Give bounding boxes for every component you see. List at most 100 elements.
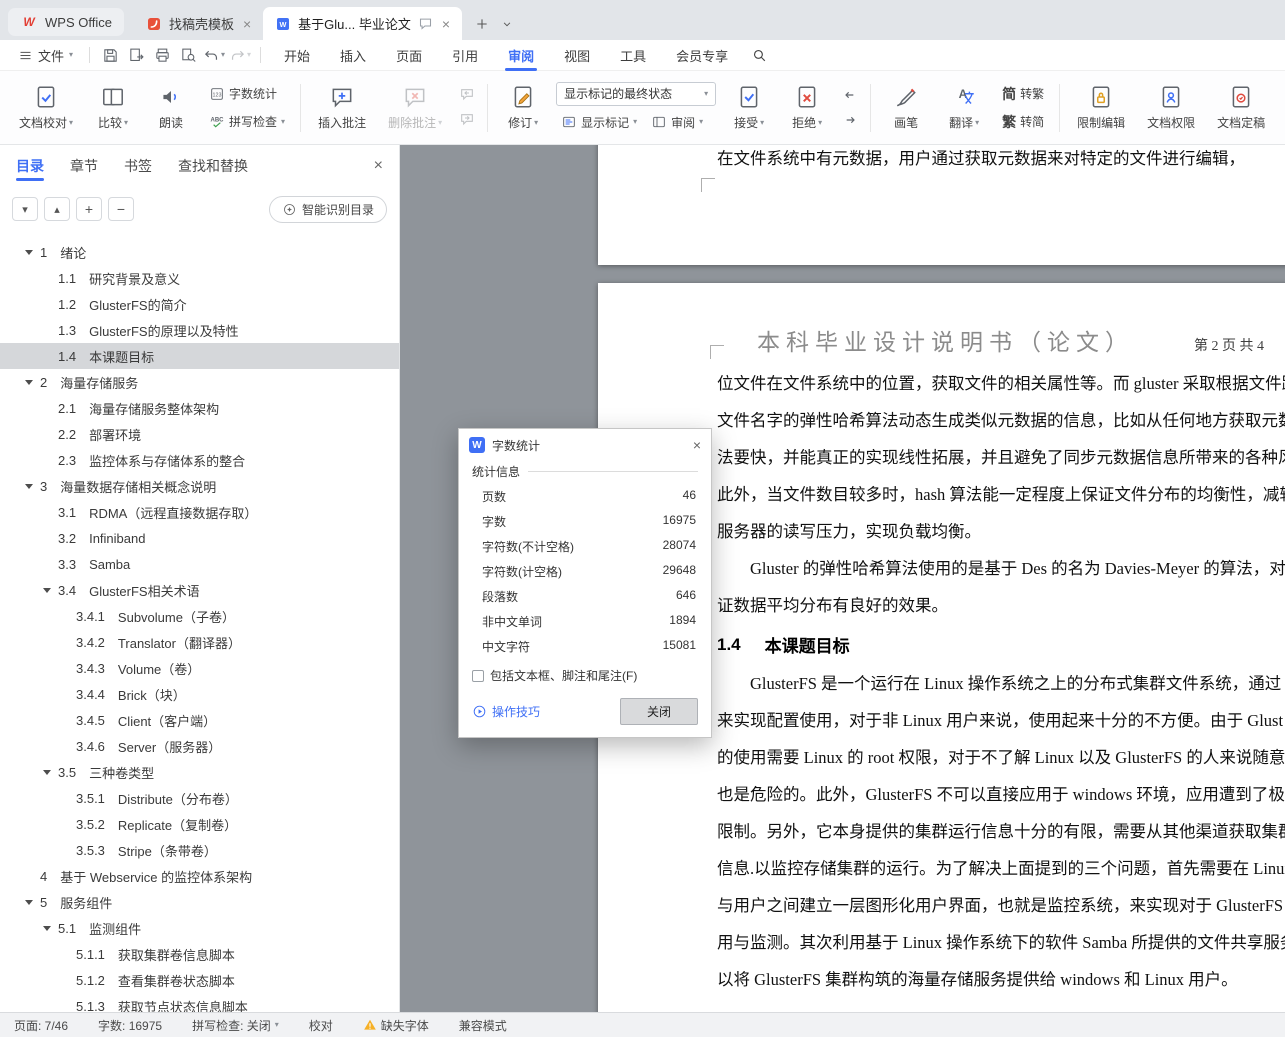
expand-triangle-icon[interactable] xyxy=(43,770,51,775)
tips-link[interactable]: 操作技巧 xyxy=(472,703,540,720)
toc-item[interactable]: 2.3 监控体系与存储体系的整合 xyxy=(0,447,399,473)
toc-item[interactable]: 1.1 研究背景及意义 xyxy=(0,265,399,291)
sidebar-tab[interactable]: 目录 xyxy=(16,145,44,187)
expand-triangle-icon[interactable] xyxy=(25,900,33,905)
toc-item[interactable]: 3.5.2 Replicate（复制卷） xyxy=(0,811,399,837)
print-button[interactable] xyxy=(150,43,174,67)
ribbon-tab[interactable]: 开始 xyxy=(269,40,325,71)
to-simplified-button[interactable]: 繁转简 xyxy=(997,110,1049,133)
spell-check-button[interactable]: ABC 拼写检查 ▾ xyxy=(204,110,290,133)
doc-permission-button[interactable]: 文档权限 xyxy=(1140,80,1202,135)
compat-mode-indicator[interactable]: 兼容模式 xyxy=(459,1017,507,1034)
toc-item[interactable]: 5 服务组件 xyxy=(0,889,399,915)
checkbox-icon[interactable] xyxy=(472,669,484,682)
toc-item[interactable]: 3.5.1 Distribute（分布卷） xyxy=(0,785,399,811)
ribbon-tab[interactable]: 工具 xyxy=(605,40,661,71)
toc-item[interactable]: 3.2 Infiniband xyxy=(0,525,399,551)
toc-item[interactable]: 5.1.2 查看集群卷状态脚本 xyxy=(0,967,399,993)
toc-item[interactable]: 3.3 Samba xyxy=(0,551,399,577)
tab-list-chevron-icon[interactable] xyxy=(500,17,514,31)
undo-button[interactable]: ▾ xyxy=(202,43,226,67)
toc-item[interactable]: 3.4.4 Brick（块） xyxy=(0,681,399,707)
dialog-title-bar[interactable]: W 字数统计 × xyxy=(459,429,711,461)
expand-triangle-icon[interactable] xyxy=(43,588,51,593)
prev-change-button[interactable] xyxy=(840,85,860,105)
toc-item[interactable]: 2.2 部署环境 xyxy=(0,421,399,447)
file-menu-button[interactable]: 文件 ▾ xyxy=(10,46,81,65)
expand-triangle-icon[interactable] xyxy=(43,926,51,931)
toc-item[interactable]: 3.5 三种卷类型 xyxy=(0,759,399,785)
export-button[interactable] xyxy=(124,43,148,67)
close-icon[interactable]: × xyxy=(693,437,701,453)
toc-item[interactable]: 5.1 监测组件 xyxy=(0,915,399,941)
smart-toc-button[interactable]: 智能识别目录 xyxy=(268,195,387,223)
new-tab-icon[interactable] xyxy=(474,16,490,32)
comment-bubble-icon[interactable] xyxy=(418,16,433,31)
document-tab-active[interactable]: W 基于Glu... 毕业论文 × xyxy=(263,7,463,40)
ribbon-tab[interactable]: 页面 xyxy=(381,40,437,71)
close-icon[interactable]: × xyxy=(374,157,383,175)
toc-item[interactable]: 2 海量存储服务 xyxy=(0,369,399,395)
toc-item[interactable]: 3.5.3 Stripe（条带卷） xyxy=(0,837,399,863)
ribbon-tab[interactable]: 引用 xyxy=(437,40,493,71)
search-icon[interactable] xyxy=(751,47,768,64)
to-traditional-button[interactable]: 简转繁 xyxy=(997,82,1049,105)
toc-collapse-button[interactable]: ▾ xyxy=(12,197,38,221)
toc-item[interactable]: 2.1 海量存储服务整体架构 xyxy=(0,395,399,421)
insert-comment-button[interactable]: 插入批注 xyxy=(311,80,373,135)
next-comment-button[interactable] xyxy=(457,110,477,130)
toc-item[interactable]: 1.4 本课题目标 xyxy=(0,343,399,369)
wps-home-button[interactable]: W WPS Office xyxy=(8,8,124,36)
include-textbox-checkbox[interactable]: 包括文本框、脚注和尾注(F) xyxy=(472,667,698,684)
delete-comment-button[interactable]: 删除批注 ▾ xyxy=(381,80,449,135)
toc-item[interactable]: 5.1.3 获取节点状态信息脚本 xyxy=(0,993,399,1013)
toc-remove-button[interactable]: − xyxy=(108,197,134,221)
proofread-button[interactable]: 文档校对 ▾ xyxy=(12,80,80,135)
restrict-edit-button[interactable]: 限制编辑 xyxy=(1070,80,1132,135)
close-button[interactable]: 关闭 xyxy=(620,698,698,725)
close-icon[interactable]: × xyxy=(442,16,450,32)
reject-button[interactable]: 拒绝 ▾ xyxy=(782,80,832,135)
save-button[interactable] xyxy=(98,43,122,67)
sidebar-tab[interactable]: 查找和替换 xyxy=(178,145,248,187)
redo-button[interactable]: ▾ xyxy=(228,43,252,67)
document-page[interactable]: 在文件系统中有元数据，用户通过获取元数据来对特定的文件进行编辑， xyxy=(598,145,1285,265)
next-change-button[interactable] xyxy=(840,110,860,130)
accept-button[interactable]: 接受 ▾ xyxy=(724,80,774,135)
doc-finalize-button[interactable]: 文档定稿 xyxy=(1210,80,1272,135)
toc-item[interactable]: 4 基于 Webservice 的监控体系架构 xyxy=(0,863,399,889)
toc-item[interactable]: 1.3 GlusterFS的原理以及特性 xyxy=(0,317,399,343)
toc-expand-button[interactable]: ▴ xyxy=(44,197,70,221)
toc-item[interactable]: 3 海量数据存储相关概念说明 xyxy=(0,473,399,499)
toc-item[interactable]: 5.1.1 获取集群卷信息脚本 xyxy=(0,941,399,967)
toc-item[interactable]: 3.1 RDMA（远程直接数据存取） xyxy=(0,499,399,525)
document-tab-docer[interactable]: 找稿壳模板 × xyxy=(134,7,263,40)
preview-button[interactable] xyxy=(176,43,200,67)
word-count-button[interactable]: 123 字数统计 xyxy=(204,82,282,105)
toc-item[interactable]: 3.4.1 Subvolume（子卷） xyxy=(0,603,399,629)
toc-item[interactable]: 1 绪论 xyxy=(0,239,399,265)
ink-button[interactable]: 画笔 xyxy=(881,80,931,135)
review-pane-button[interactable]: 审阅 ▾ xyxy=(646,111,708,134)
toc-item[interactable]: 3.4.6 Server（服务器） xyxy=(0,733,399,759)
sidebar-tab[interactable]: 章节 xyxy=(70,145,98,187)
toc-add-button[interactable]: + xyxy=(76,197,102,221)
track-changes-button[interactable]: 修订 ▾ xyxy=(498,80,548,135)
ribbon-tab[interactable]: 会员专享 xyxy=(661,40,743,71)
compare-button[interactable]: 比较 ▾ xyxy=(88,80,138,135)
missing-font-indicator[interactable]: 缺失字体 xyxy=(363,1017,429,1034)
word-count-indicator[interactable]: 字数: 16975 xyxy=(98,1017,162,1034)
close-icon[interactable]: × xyxy=(243,16,251,32)
translate-button[interactable]: A 翻译 ▾ xyxy=(939,80,989,135)
toc-item[interactable]: 1.2 GlusterFS的简介 xyxy=(0,291,399,317)
markup-state-select[interactable]: 显示标记的最终状态 ▾ xyxy=(556,81,717,106)
toc-item[interactable]: 3.4.5 Client（客户端） xyxy=(0,707,399,733)
sidebar-tab[interactable]: 书签 xyxy=(124,145,152,187)
toc-item[interactable]: 3.4 GlusterFS相关术语 xyxy=(0,577,399,603)
ribbon-tab[interactable]: 视图 xyxy=(549,40,605,71)
expand-triangle-icon[interactable] xyxy=(25,250,33,255)
toc-item[interactable]: 3.4.2 Translator（翻译器） xyxy=(0,629,399,655)
proofread-indicator[interactable]: 校对 xyxy=(309,1017,333,1034)
prev-comment-button[interactable] xyxy=(457,85,477,105)
read-aloud-button[interactable]: 朗读 xyxy=(146,80,196,135)
